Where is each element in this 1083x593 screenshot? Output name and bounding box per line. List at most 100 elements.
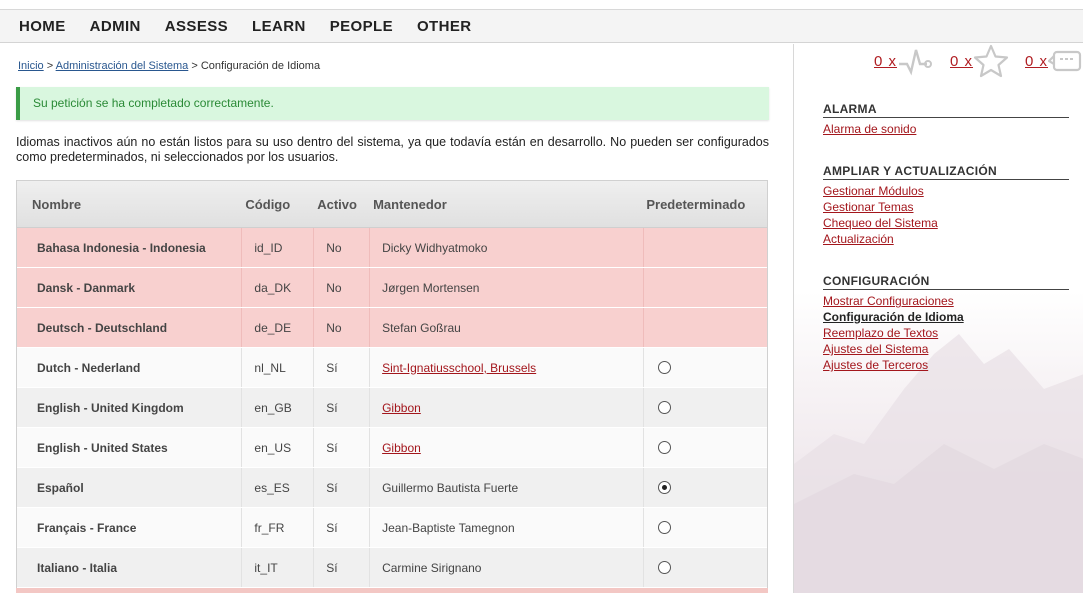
- notification-messages[interactable]: 0 x: [1025, 44, 1082, 78]
- language-active: Sí: [313, 428, 369, 467]
- language-name: Dutch - Nederland: [37, 360, 141, 375]
- sidebar: 0 x 0 x 0 x ALARMA Alarma de sonido AMPLIA…: [793, 44, 1083, 593]
- menu-other[interactable]: OTHER: [417, 18, 472, 35]
- top-strip: [0, 0, 1083, 10]
- maintainer-link[interactable]: Sint-Ignatiusschool, Brussels: [382, 361, 536, 375]
- sidebar-section: AMPLIAR Y ACTUALIZACIÓN Gestionar Módulos…: [823, 164, 1069, 247]
- sidebar-link[interactable]: Mostrar Configuraciones: [823, 293, 1069, 309]
- language-maintainer-cell: Guillermo Bautista Fuerte: [369, 468, 643, 507]
- header-default: Predeterminado: [646, 196, 746, 212]
- menu-learn[interactable]: LEARN: [252, 18, 306, 35]
- default-cell: [643, 348, 767, 387]
- language-name: Bahasa Indonesia - Indonesia: [37, 240, 206, 255]
- sidebar-link[interactable]: Ajustes de Terceros: [823, 357, 1069, 373]
- breadcrumb-separator: >: [188, 60, 201, 72]
- default-cell: [643, 228, 767, 267]
- header-name: Nombre: [32, 196, 82, 212]
- breadcrumb-current: Configuración de Idioma: [200, 60, 321, 72]
- menu-people[interactable]: PEOPLE: [330, 18, 393, 35]
- default-radio[interactable]: [658, 521, 672, 534]
- maintainer-name: Guillermo Bautista Fuerte: [382, 480, 519, 495]
- sidebar-link[interactable]: Alarma de sonido: [823, 121, 1069, 137]
- maintainer-name: Carmine Sirignano: [382, 560, 482, 575]
- language-maintainer-cell: Stefan Goßrau: [369, 308, 643, 347]
- sidebar-link[interactable]: Reemplazo de Textos: [823, 325, 1069, 341]
- default-cell: [643, 548, 767, 587]
- default-radio[interactable]: [658, 361, 672, 374]
- language-code: da_DK: [241, 268, 313, 307]
- language-code: de_DE: [241, 308, 313, 347]
- maintainer-link[interactable]: Gibbon: [382, 401, 421, 415]
- maintainer-name: Jean-Baptiste Tamegnon: [382, 520, 515, 535]
- default-cell: [643, 508, 767, 547]
- like-count[interactable]: 0 x: [950, 53, 973, 70]
- sidebar-link[interactable]: Ajustes del Sistema: [823, 341, 1069, 357]
- language-code: nl_NL: [241, 348, 313, 387]
- language-name: Français - France: [37, 520, 137, 535]
- notification-likes[interactable]: 0 x: [950, 44, 1009, 78]
- table-row: Italiano - Italia it_IT Sí Carmine Sirignan…: [17, 548, 767, 588]
- default-radio[interactable]: [658, 401, 672, 414]
- language-active: Sí: [313, 548, 369, 587]
- sidebar-link[interactable]: Configuración de Idioma: [823, 309, 1069, 325]
- sidebar-link[interactable]: Chequeo del Sistema: [823, 215, 1069, 231]
- sidebar-link[interactable]: Actualización: [823, 231, 1069, 247]
- default-cell: [643, 388, 767, 427]
- language-code: id_ID: [241, 228, 313, 267]
- language-name: English - United States: [37, 440, 168, 455]
- maintainer-name: Stefan Goßrau: [382, 320, 461, 335]
- maintainer-link[interactable]: Gibbon: [382, 441, 421, 455]
- default-radio[interactable]: [658, 441, 672, 454]
- language-active: Sí: [313, 388, 369, 427]
- language-code: fr_FR: [241, 508, 313, 547]
- default-radio[interactable]: [658, 481, 672, 494]
- header-active: Activo: [317, 196, 357, 212]
- table-body: Bahasa Indonesia - Indonesia id_ID No Dicky…: [17, 228, 767, 588]
- language-name: Dansk - Danmark: [37, 280, 136, 295]
- main-menu: HOME ADMIN ASSESS LEARN PEOPLE OTHER: [0, 10, 1083, 43]
- language-name: Español: [37, 480, 84, 495]
- sidebar-section-title: ALARMA: [823, 102, 1069, 118]
- pulse-icon[interactable]: [897, 44, 933, 78]
- menu-home[interactable]: HOME: [19, 18, 66, 35]
- maintainer-name: Dicky Widhyatmoko: [382, 240, 488, 255]
- table-row: Français - France fr_FR Sí Jean-Baptiste Ta…: [17, 508, 767, 548]
- default-radio[interactable]: [658, 561, 672, 574]
- alarm-count[interactable]: 0 x: [874, 53, 897, 70]
- language-maintainer-cell: Gibbon: [369, 388, 643, 427]
- menu-assess[interactable]: ASSESS: [165, 18, 228, 35]
- message-icon[interactable]: [1048, 44, 1082, 78]
- language-maintainer-cell: Jørgen Mortensen: [369, 268, 643, 307]
- breadcrumb-home[interactable]: Inicio: [18, 60, 44, 72]
- table-row: Dansk - Danmark da_DK No Jørgen Mortensen: [17, 268, 767, 308]
- maintainer-name: Jørgen Mortensen: [382, 280, 480, 295]
- table-header: Nombre Código Activo Mantenedor Predeter…: [17, 181, 767, 228]
- intro-text: Idiomas inactivos aún no están listos pa…: [16, 135, 769, 164]
- breadcrumb: Inicio > Administración del Sistema > Co…: [18, 60, 320, 72]
- language-code: es_ES: [241, 468, 313, 507]
- breadcrumb-separator: >: [43, 60, 56, 72]
- language-maintainer-cell: Sint-Ignatiusschool, Brussels: [369, 348, 643, 387]
- language-name: English - United Kingdom: [37, 400, 184, 415]
- sidebar-section-title: AMPLIAR Y ACTUALIZACIÓN: [823, 164, 1069, 180]
- notification-alarms[interactable]: 0 x: [874, 44, 933, 78]
- success-message: Su petición se ha completado correctamen…: [16, 87, 769, 120]
- default-cell: [643, 268, 767, 307]
- table-row: Español es_ES Sí Guillermo Bautista Fuerte: [17, 468, 767, 508]
- default-cell: [643, 308, 767, 347]
- sidebar-section: CONFIGURACIÓN Mostrar Configuraciones Conf…: [823, 274, 1069, 373]
- message-count[interactable]: 0 x: [1025, 53, 1048, 70]
- sidebar-link[interactable]: Gestionar Módulos: [823, 183, 1069, 199]
- table-row: English - United States en_US Sí Gibbon: [17, 428, 767, 468]
- table-row-partial: [16, 588, 768, 593]
- menu-admin[interactable]: ADMIN: [90, 18, 141, 35]
- default-cell: [643, 428, 767, 467]
- breadcrumb-admin[interactable]: Administración del Sistema: [56, 60, 189, 72]
- sidebar-link[interactable]: Gestionar Temas: [823, 199, 1069, 215]
- language-active: No: [313, 268, 369, 307]
- table-row: Deutsch - Deutschland de_DE No Stefan Goßra…: [17, 308, 767, 348]
- language-code: en_GB: [241, 388, 313, 427]
- star-icon[interactable]: [973, 44, 1009, 78]
- sidebar-section: ALARMA Alarma de sonido: [823, 102, 1069, 137]
- main-content: Inicio > Administración del Sistema > Co…: [0, 44, 793, 593]
